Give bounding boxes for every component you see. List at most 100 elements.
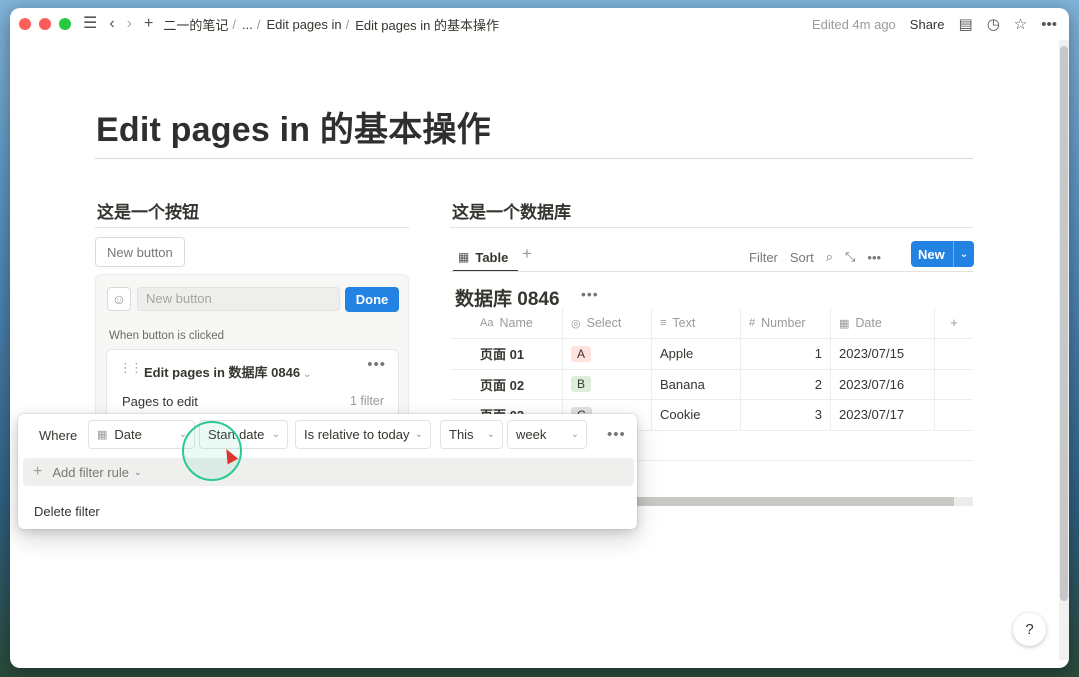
filter-more-icon[interactable]: •••: [607, 426, 626, 443]
database-title[interactable]: 数据库 0846: [455, 284, 560, 311]
cell-number[interactable]: 3: [741, 400, 831, 430]
tab-label: Table: [475, 249, 509, 265]
add-filter-rule-button[interactable]: + Add filter rule ⌄: [23, 458, 634, 486]
favorite-star-icon[interactable]: ☆: [1014, 15, 1027, 33]
breadcrumb-item[interactable]: 二一的笔记: [163, 15, 228, 34]
column-header-date[interactable]: ▦ Date: [831, 308, 935, 338]
cell-date[interactable]: 2023/07/17: [831, 400, 935, 430]
action-title-text: Edit pages in 数据库 0846: [144, 365, 301, 380]
tab-table-view[interactable]: ▦ Table: [458, 246, 508, 268]
add-filter-rule-label: Add filter rule: [52, 464, 129, 480]
history-icon[interactable]: ◷: [987, 15, 1000, 33]
action-title[interactable]: Edit pages in 数据库 0846 ⌄: [144, 362, 311, 381]
unit-value: week: [516, 427, 547, 442]
top-bar: ☰ ‹ › + 二一的笔记 / ... / Edit pages in / Edit …: [10, 8, 1069, 40]
breadcrumb-item[interactable]: Edit pages in: [266, 17, 341, 32]
new-record-label: New: [918, 246, 945, 262]
back-icon[interactable]: ‹: [109, 16, 114, 32]
button-config-panel: ☺ New button Done When button is clicked…: [95, 274, 409, 429]
breadcrumb-separator: /: [256, 16, 261, 32]
database-section-divider: [450, 227, 973, 228]
pages-to-edit-value[interactable]: 1 filter: [350, 394, 384, 408]
breadcrumb-item[interactable]: Edit pages in 的基本操作: [355, 15, 499, 34]
text-lines-icon: ≡: [660, 317, 667, 329]
cell-text[interactable]: Banana: [652, 369, 741, 399]
minimize-window-button[interactable]: [39, 18, 51, 30]
chevron-down-icon: ⌄: [414, 429, 423, 440]
breadcrumb-item[interactable]: ...: [242, 17, 253, 32]
filter-button[interactable]: Filter: [749, 250, 778, 265]
table-row[interactable]: 页面 02 B Banana 2 2023/07/16: [450, 369, 973, 400]
chevron-down-icon: ⌄: [570, 429, 579, 440]
forward-icon[interactable]: ›: [127, 16, 132, 32]
cell-date[interactable]: 2023/07/15: [831, 339, 935, 369]
help-button[interactable]: ?: [1013, 613, 1046, 646]
cell-text[interactable]: Cookie: [652, 400, 741, 430]
sidebar-menu-icon[interactable]: ☰: [83, 16, 97, 32]
column-header-text[interactable]: ≡ Text: [652, 308, 741, 338]
cell-number[interactable]: 2: [741, 369, 831, 399]
when-clicked-label: When button is clicked: [109, 330, 225, 342]
property-select[interactable]: ▦ Date ⌄: [88, 420, 195, 449]
more-options-icon[interactable]: •••: [1041, 16, 1057, 33]
select-type-icon: ◎: [571, 317, 581, 330]
new-button-block[interactable]: New button: [95, 237, 185, 267]
window-controls: [19, 18, 71, 30]
new-page-icon[interactable]: +: [144, 16, 153, 32]
cell-name[interactable]: 页面 01: [450, 339, 563, 369]
relation-select[interactable]: This ⌄: [440, 420, 503, 449]
chevron-down-icon: ⌄: [271, 429, 280, 440]
cell-select[interactable]: B: [563, 369, 652, 399]
relation-value: This: [449, 427, 474, 442]
search-icon[interactable]: ⌕: [826, 249, 833, 265]
maximize-window-button[interactable]: [59, 18, 71, 30]
cell-number[interactable]: 1: [741, 339, 831, 369]
comment-icon[interactable]: ▤: [959, 15, 973, 33]
button-section-divider: [95, 227, 409, 228]
column-header-number[interactable]: # Number: [741, 308, 831, 338]
page-scrollbar-thumb[interactable]: [1060, 46, 1068, 601]
done-button[interactable]: Done: [345, 287, 399, 312]
select-badge: A: [571, 345, 592, 362]
filter-popup: Where ▦ Date ⌄ Start date ⌄ Is relative …: [18, 414, 637, 529]
number-type-icon: #: [749, 317, 756, 329]
table-icon: ▦: [458, 250, 470, 264]
condition-select[interactable]: Is relative to today ⌄: [295, 420, 431, 449]
delete-filter-button[interactable]: Delete filter: [34, 504, 100, 519]
cell-date[interactable]: 2023/07/16: [831, 369, 935, 399]
calendar-icon: ▦: [97, 429, 108, 441]
column-label: Number: [761, 316, 806, 330]
cell-text[interactable]: Apple: [652, 339, 741, 369]
drag-handle-icon[interactable]: ⋮⋮: [119, 360, 143, 376]
unit-select[interactable]: week ⌄: [507, 420, 587, 449]
add-view-icon[interactable]: +: [522, 244, 532, 264]
chevron-down-icon: ⌄: [303, 369, 312, 380]
close-window-button[interactable]: [19, 18, 31, 30]
database-section-heading[interactable]: 这是一个数据库: [452, 198, 571, 223]
new-record-button[interactable]: New ⌄: [911, 241, 974, 267]
emoji-picker-icon[interactable]: ☺: [107, 287, 131, 311]
button-section-heading[interactable]: 这是一个按钮: [97, 198, 199, 223]
more-icon[interactable]: •••: [867, 250, 881, 265]
page-title[interactable]: Edit pages in 的基本操作: [96, 102, 491, 151]
table-row[interactable]: 页面 01 A Apple 1 2023/07/15: [450, 339, 973, 370]
cell-name[interactable]: 页面 02: [450, 369, 563, 399]
expand-icon[interactable]: ⤡: [845, 249, 855, 265]
breadcrumb-separator: /: [232, 16, 236, 32]
sort-button[interactable]: Sort: [790, 250, 814, 265]
cell-select[interactable]: A: [563, 339, 652, 369]
cell-empty: [935, 400, 973, 430]
add-column-icon[interactable]: +: [935, 308, 973, 338]
table-hscroll-thumb[interactable]: [600, 497, 954, 506]
chevron-down-icon[interactable]: ⌄: [954, 249, 974, 260]
action-more-icon[interactable]: •••: [367, 356, 386, 373]
where-label: Where: [39, 428, 78, 443]
database-table: Aa Name ◎ Select ≡ Text # Number ▦ Date + 页面 …: [450, 308, 973, 431]
button-name-input[interactable]: New button: [137, 287, 340, 311]
top-bar-actions: Edited 4m ago Share ▤ ◷ ☆ •••: [812, 8, 1057, 40]
column-header-name[interactable]: Aa Name: [450, 308, 563, 338]
share-button[interactable]: Share: [910, 17, 945, 32]
database-header-divider: [450, 271, 973, 272]
database-more-icon[interactable]: •••: [581, 286, 599, 302]
column-header-select[interactable]: ◎ Select: [563, 308, 652, 338]
